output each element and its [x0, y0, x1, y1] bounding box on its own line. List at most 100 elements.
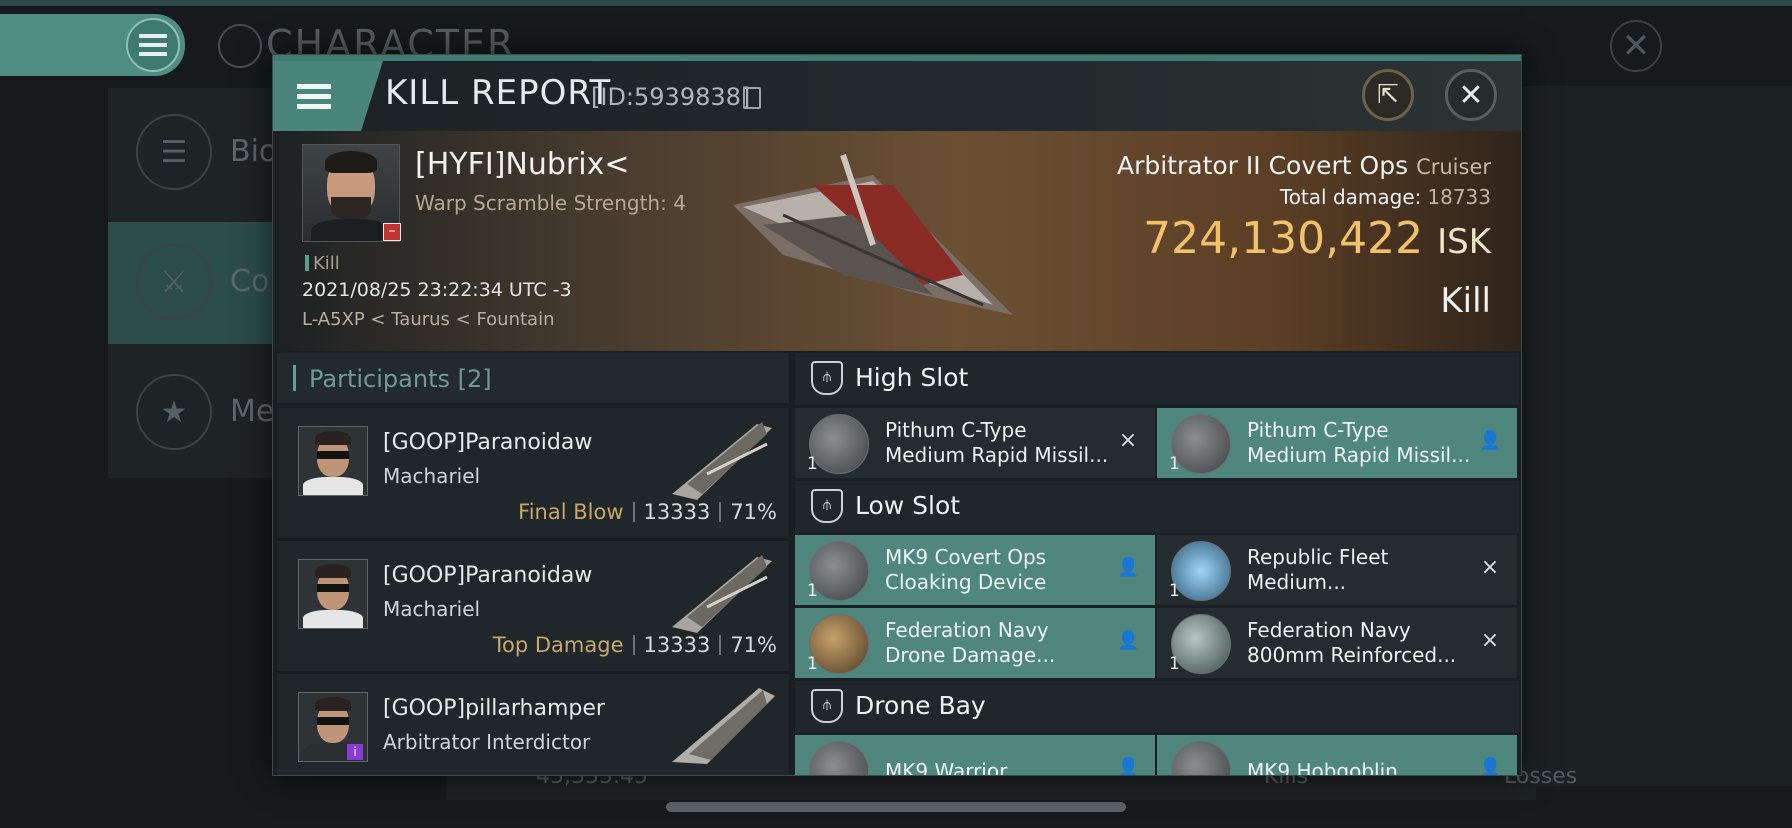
dialog-title: KILL REPORT — [385, 73, 612, 113]
ship-name-text: Arbitrator II Covert Ops — [1116, 151, 1409, 180]
missile-launcher-icon — [1171, 414, 1231, 474]
participant-ship: Machariel — [383, 464, 481, 488]
isk-unit: ISK — [1437, 222, 1491, 262]
character-icon — [218, 24, 262, 68]
module-quantity: 1 — [807, 654, 818, 674]
module-item[interactable]: 1 Federation Navy Drone Damage... 👤 — [795, 608, 1155, 678]
total-damage-label: Total damage: — [1279, 185, 1422, 209]
isk-amount: 724,130,422 — [1143, 213, 1424, 264]
sidebar-item-combat[interactable]: ⚔ Co — [108, 222, 273, 344]
horizontal-scrollbar[interactable] — [666, 802, 1126, 812]
copy-icon[interactable] — [743, 87, 761, 109]
standing-minus-icon: – — [383, 223, 401, 241]
participant-stats: Final Blow 13333 71% — [518, 500, 777, 524]
module-name: Federation Navy Drone Damage... — [885, 618, 1056, 667]
sidebar-item-medals[interactable]: ★ Me — [108, 352, 274, 474]
module-name: MK9 Warrior — [885, 759, 1008, 776]
info-badge-icon: i — [347, 744, 363, 760]
ship-class-text: Cruiser — [1416, 155, 1491, 179]
participants-count: [2] — [457, 365, 492, 393]
module-name: Pithum C-Type Medium Rapid Missil... — [1247, 418, 1471, 467]
participant-name: [GOOP]Paranoidaw — [383, 430, 593, 455]
participant-role: Final Blow — [518, 500, 624, 524]
sidebar-item-bio[interactable]: ☰ Bio — [108, 92, 277, 214]
module-item[interactable]: 1 MK9 Covert Ops Cloaking Device 👤 — [795, 535, 1155, 605]
menu-icon — [139, 34, 167, 56]
armor-plate-icon — [1171, 614, 1231, 674]
module-name: Pithum C-Type Medium Rapid Missil... — [885, 418, 1109, 467]
share-icon[interactable]: ⇱ — [1362, 69, 1414, 121]
participant-row[interactable]: i [GOOP]pillarhamper Arbitrator Interdic… — [277, 674, 789, 775]
participant-ship-image — [672, 688, 775, 764]
crossed-swords-icon: ⚔ — [136, 244, 212, 320]
sidebar-item-label: Bio — [230, 134, 278, 169]
kill-id: [ID:5939838] — [591, 83, 751, 111]
participant-percent: 71% — [730, 500, 777, 524]
victim-ship-image[interactable] — [723, 145, 1023, 325]
missile-launcher-icon — [809, 414, 869, 474]
sidebar-item-label: Co — [230, 264, 270, 299]
module-item[interactable]: 1 MK9 Warrior 👤 — [795, 735, 1155, 776]
participants-title: Participants [2] — [309, 365, 492, 393]
destroyed-icon: × — [1118, 428, 1138, 453]
background-right-panel — [1500, 86, 1792, 786]
victim-ship-name[interactable]: Arbitrator II Covert Ops Cruiser — [1117, 151, 1491, 180]
high-slot-header: ⫛ High Slot — [795, 353, 1519, 405]
module-item[interactable]: 1 Republic Fleet Medium... × — [1157, 535, 1517, 605]
module-name: MK9 Hobgoblin — [1247, 759, 1398, 776]
destroyed-icon: × — [1480, 628, 1500, 653]
low-slot-title: Low Slot — [855, 491, 961, 520]
participant-ship-image — [672, 422, 772, 500]
module-name: Republic Fleet Medium... — [1247, 545, 1389, 594]
participant-avatar[interactable] — [298, 559, 368, 629]
shield-module-icon — [1171, 541, 1231, 601]
dropped-icon: 👤 — [1117, 557, 1140, 578]
list-icon: ☰ — [136, 114, 212, 190]
module-quantity: 1 — [1169, 454, 1180, 474]
isk-value: 724,130,422 ISK — [1143, 213, 1491, 264]
module-name: Federation Navy 800mm Reinforced... — [1247, 618, 1457, 667]
dropped-icon: 👤 — [1479, 430, 1502, 451]
menu-icon — [297, 83, 331, 109]
background-menu-button[interactable] — [126, 18, 180, 72]
total-damage-value: 18733 — [1427, 185, 1491, 209]
kill-location[interactable]: L-A5XP < Taurus < Fountain — [302, 309, 555, 330]
participant-row[interactable]: [GOOP]Paranoidaw Machariel Top Damage 133… — [277, 541, 789, 674]
participant-damage: 13333 — [643, 633, 711, 657]
victim-subtitle: Warp Scramble Strength: 4 — [415, 191, 686, 215]
kill-result: Kill — [1440, 281, 1491, 321]
participant-name: [GOOP]Paranoidaw — [383, 563, 593, 588]
participant-damage: 13333 — [643, 500, 711, 524]
participant-percent: 71% — [730, 633, 777, 657]
dropped-icon: 👤 — [1117, 757, 1140, 776]
kill-report-dialog: KILL REPORT [ID:5939838] ⇱ ✕ – [HYFI]Nub… — [272, 54, 1522, 776]
star-icon: ★ — [136, 374, 212, 450]
participant-row[interactable]: [GOOP]Paranoidaw Machariel Final Blow 133… — [277, 408, 789, 541]
participants-label: Participants — [309, 365, 450, 393]
participant-ship: Arbitrator Interdictor — [383, 730, 591, 754]
drone-icon — [809, 741, 869, 775]
module-item[interactable]: 1 Pithum C-Type Medium Rapid Missil... 👤 — [1157, 408, 1517, 478]
high-slot-icon: ⫛ — [811, 361, 843, 395]
top-edge — [0, 0, 1792, 6]
total-damage: Total damage: 18733 — [1280, 185, 1491, 209]
low-slot-icon: ⫛ — [811, 489, 843, 523]
drone-icon — [1171, 741, 1231, 775]
drone-bay-icon: ⫛ — [811, 689, 843, 723]
victim-name[interactable]: [HYFI]Nubrix< — [415, 147, 629, 182]
participant-avatar[interactable] — [298, 426, 368, 496]
module-item[interactable]: 1 MK9 Hobgoblin 👤 — [1157, 735, 1517, 776]
close-icon[interactable]: ✕ — [1445, 69, 1497, 121]
high-slot-title: High Slot — [855, 363, 969, 392]
module-item[interactable]: 1 Federation Navy 800mm Reinforced... × — [1157, 608, 1517, 678]
dropped-icon: 👤 — [1117, 630, 1140, 651]
destroyed-icon: × — [1480, 555, 1500, 580]
participants-accent — [293, 365, 296, 391]
drone-damage-icon — [809, 614, 869, 674]
drone-bay-header: ⫛ Drone Bay — [795, 681, 1519, 733]
cloaking-device-icon — [809, 541, 869, 601]
module-item[interactable]: 1 Pithum C-Type Medium Rapid Missil... × — [795, 408, 1155, 478]
participant-name: [GOOP]pillarhamper — [383, 696, 605, 721]
low-slot-header: ⫛ Low Slot — [795, 481, 1519, 533]
background-close-icon[interactable]: ✕ — [1610, 20, 1662, 72]
